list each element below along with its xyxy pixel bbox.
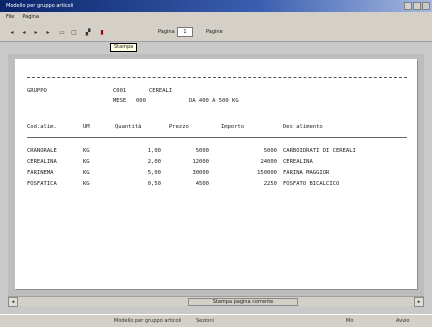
- cell-qty: 5,00: [147, 170, 161, 176]
- cell-qty: 0,50: [147, 181, 161, 187]
- pages-label: Pagine: [206, 29, 223, 35]
- cell-price: 4500: [195, 181, 209, 187]
- cell-code: FOSFATICA: [27, 181, 57, 187]
- cell-code: CRANORALE: [27, 148, 57, 154]
- top-separator: [27, 77, 407, 78]
- gruppo-label: GRUPPO: [27, 88, 47, 94]
- close-preview-icon[interactable]: ▮: [98, 28, 106, 36]
- cell-um: KG: [83, 170, 90, 176]
- cell-um: KG: [83, 159, 90, 165]
- mese-label: MESE: [113, 98, 127, 104]
- gruppo-code: C001: [113, 88, 127, 94]
- minimize-button[interactable]: [404, 2, 412, 10]
- table-header: Cod.alim. UM Quantità Prezzo Importo Des…: [27, 124, 407, 132]
- cell-desc: FARINA MAGGIOR: [283, 170, 330, 176]
- taskbar-item-report[interactable]: Modello per gruppo articoli: [114, 317, 181, 326]
- header-um: UM: [83, 124, 90, 130]
- cell-amount: 150000: [257, 170, 277, 176]
- cell-price: 12000: [192, 159, 209, 165]
- gruppo-name: CEREALI: [149, 88, 173, 94]
- print-icon[interactable]: ▞: [84, 28, 92, 36]
- table-row: CEREALINA KG 2,00 12000 24000 CEREALINA: [27, 159, 407, 167]
- header-des-alimento: Des alimento: [283, 124, 323, 130]
- window-controls: [404, 2, 430, 10]
- menu-bar: File Pagina: [0, 12, 432, 22]
- window-title: Modello per gruppo articoli: [6, 3, 74, 9]
- preview-canvas: GRUPPO C001 CEREALI MESE 000 DA 400 A 50…: [8, 54, 424, 296]
- close-button[interactable]: [422, 2, 430, 10]
- maximize-button[interactable]: [413, 2, 421, 10]
- status-panel: Stampa pagina corrente: [188, 298, 298, 306]
- cell-qty: 1,00: [147, 148, 161, 154]
- title-bar: Modello per gruppo articoli: [0, 0, 432, 12]
- zoom-width-icon[interactable]: ▢: [70, 28, 78, 36]
- horizontal-scrollbar[interactable]: ◂ Stampa pagina corrente ▸: [8, 296, 424, 307]
- cell-desc: CEREALINA: [283, 159, 313, 165]
- header-importo: Importo: [221, 124, 245, 130]
- table-row: FOSFATICA KG 0,50 4500 2250 FOSFATO BICA…: [27, 181, 407, 189]
- next-page-icon[interactable]: ▸: [32, 28, 40, 36]
- last-page-icon[interactable]: ▸: [44, 28, 52, 36]
- zoom-page-icon[interactable]: ▭: [58, 28, 66, 36]
- taskbar-item-sezioni[interactable]: Sezioni: [196, 317, 214, 326]
- header-prezzo: Prezzo: [169, 124, 189, 130]
- range-text: DA 400 A 500 KG: [189, 98, 239, 104]
- print-tooltip: Stampa: [110, 43, 138, 52]
- page-select[interactable]: 1: [177, 27, 193, 37]
- menu-file[interactable]: File: [6, 12, 14, 22]
- cell-amount: 5000: [263, 148, 277, 154]
- cell-desc: CARBOIDRATI DI CEREALI: [283, 148, 356, 154]
- cell-code: CEREALINA: [27, 159, 57, 165]
- header-quantita: Quantità: [115, 124, 142, 130]
- cell-um: KG: [83, 181, 90, 187]
- cell-qty: 2,00: [147, 159, 161, 165]
- toolbar: ◂ ◂ ▸ ▸ ▭ ▢ ▞ ▮ Pagina 1 Pagine: [0, 22, 432, 42]
- scroll-right-icon[interactable]: ▸: [414, 297, 424, 307]
- mese-value: 000: [136, 98, 146, 104]
- page-label: Pagina: [158, 29, 175, 35]
- cell-amount: 2250: [263, 181, 277, 187]
- taskbar: Modello per gruppo articoli Sezioni Mo A…: [0, 314, 432, 327]
- table-row: CRANORALE KG 1,00 5000 5000 CARBOIDRATI …: [27, 148, 407, 156]
- first-page-icon[interactable]: ◂: [8, 28, 16, 36]
- scroll-left-icon[interactable]: ◂: [8, 297, 18, 307]
- report-page: GRUPPO C001 CEREALI MESE 000 DA 400 A 50…: [15, 59, 417, 289]
- menu-pagina[interactable]: Pagina: [22, 12, 39, 22]
- taskbar-item-avvio[interactable]: Avvio: [396, 317, 410, 326]
- header-underline: [27, 137, 407, 138]
- previous-page-icon[interactable]: ◂: [20, 28, 28, 36]
- cell-desc: FOSFATO BICALCICO: [283, 181, 340, 187]
- table-row: FARINEMA KG 5,00 30000 150000 FARINA MAG…: [27, 170, 407, 178]
- taskbar-item-mo[interactable]: Mo: [346, 317, 353, 326]
- cell-amount: 24000: [260, 159, 277, 165]
- cell-code: FARINEMA: [27, 170, 54, 176]
- cell-price: 5000: [195, 148, 209, 154]
- header-cod-alim: Cod.alim.: [27, 124, 57, 130]
- cell-price: 30000: [192, 170, 209, 176]
- cell-um: KG: [83, 148, 90, 154]
